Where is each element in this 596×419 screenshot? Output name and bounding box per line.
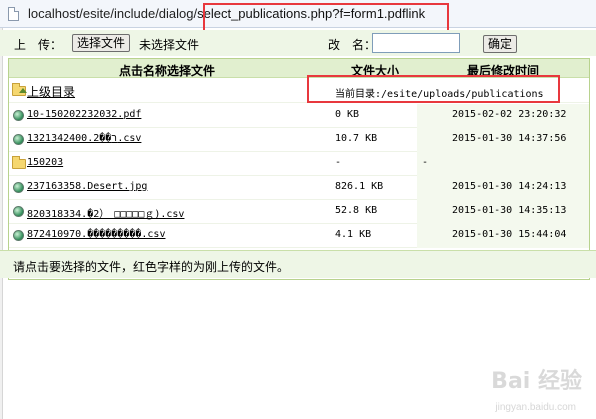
watermark-sub: jingyan.baidu.com: [495, 402, 576, 413]
footer-bar: 请点击要选择的文件，红色字样的为刚上传的文件。: [0, 250, 596, 278]
footer-note: 请点击要选择的文件，红色字样的为刚上传的文件。: [13, 260, 290, 274]
file-icon: [13, 206, 24, 217]
page-icon: [8, 7, 19, 21]
file-size: -: [335, 157, 342, 168]
upload-bar: 上 传： 选择文件 未选择文件 改 名： 确定: [0, 30, 596, 56]
table-row[interactable]: 150203 - -: [9, 152, 589, 176]
file-icon: [13, 182, 24, 193]
parent-dir-link[interactable]: 上级目录: [27, 83, 75, 100]
folder-up-icon: [12, 83, 27, 96]
confirm-button[interactable]: 确定: [483, 35, 518, 53]
table-row[interactable]: 872410970.���������.csv 4.1 KB 2015-01-3…: [9, 224, 589, 248]
file-name-link[interactable]: 237163358.Desert.jpg: [27, 181, 147, 192]
file-size: 0 KB: [335, 109, 360, 120]
table-row[interactable]: 237163358.Desert.jpg 826.1 KB 2015-01-30…: [9, 176, 589, 200]
url-prefix: localhost/esite/include/dialog/: [28, 6, 198, 21]
watermark-logo: Bai 经验: [491, 363, 582, 395]
file-size: 10.7 KB: [335, 133, 378, 144]
header-name: 点击名称选择文件: [119, 64, 216, 78]
file-icon: [13, 230, 24, 241]
file-modified: 2015-01-30 14:35:13: [452, 205, 567, 216]
rename-label: 改 名：: [328, 38, 377, 52]
window-edge: [0, 28, 3, 419]
annotation-box-url: [203, 3, 449, 33]
file-name-link[interactable]: 10-150202232032.pdf: [27, 109, 141, 120]
file-icon: [13, 134, 24, 145]
file-modified: 2015-02-02 23:20:32: [452, 109, 567, 120]
no-file-text: 未选择文件: [139, 38, 200, 52]
file-modified: 2015-01-30 14:37:56: [452, 133, 567, 144]
rename-input[interactable]: [372, 33, 460, 53]
folder-icon: [12, 156, 26, 169]
file-modified: 2015-01-30 15:44:04: [452, 229, 567, 240]
watermark-brand: Bai 经验: [491, 369, 582, 394]
annotation-box-current-dir: [307, 75, 560, 103]
file-name-link[interactable]: 1321342400.2��ר.csv: [27, 133, 141, 145]
file-icon: [13, 110, 24, 121]
table-row[interactable]: 10-150202232032.pdf 0 KB 2015-02-02 23:2…: [9, 104, 589, 128]
file-modified: -: [422, 157, 429, 168]
choose-file-button[interactable]: 选择文件: [72, 34, 131, 52]
upload-label: 上 传：: [14, 38, 63, 52]
file-name-link[interactable]: 820318334.�2） □□□□□ｇ).csv: [27, 205, 184, 220]
folder-name-link[interactable]: 150203: [27, 157, 63, 168]
file-modified: 2015-01-30 14:24:13: [452, 181, 567, 192]
table-row[interactable]: 820318334.�2） □□□□□ｇ).csv 52.8 KB 2015-0…: [9, 200, 589, 224]
file-size: 826.1 KB: [335, 181, 384, 192]
file-size: 52.8 KB: [335, 205, 378, 216]
file-size: 4.1 KB: [335, 229, 372, 240]
file-name-link[interactable]: 872410970.���������.csv: [27, 229, 165, 240]
table-row[interactable]: 1321342400.2��ר.csv 10.7 KB 2015-01-30 1…: [9, 128, 589, 152]
